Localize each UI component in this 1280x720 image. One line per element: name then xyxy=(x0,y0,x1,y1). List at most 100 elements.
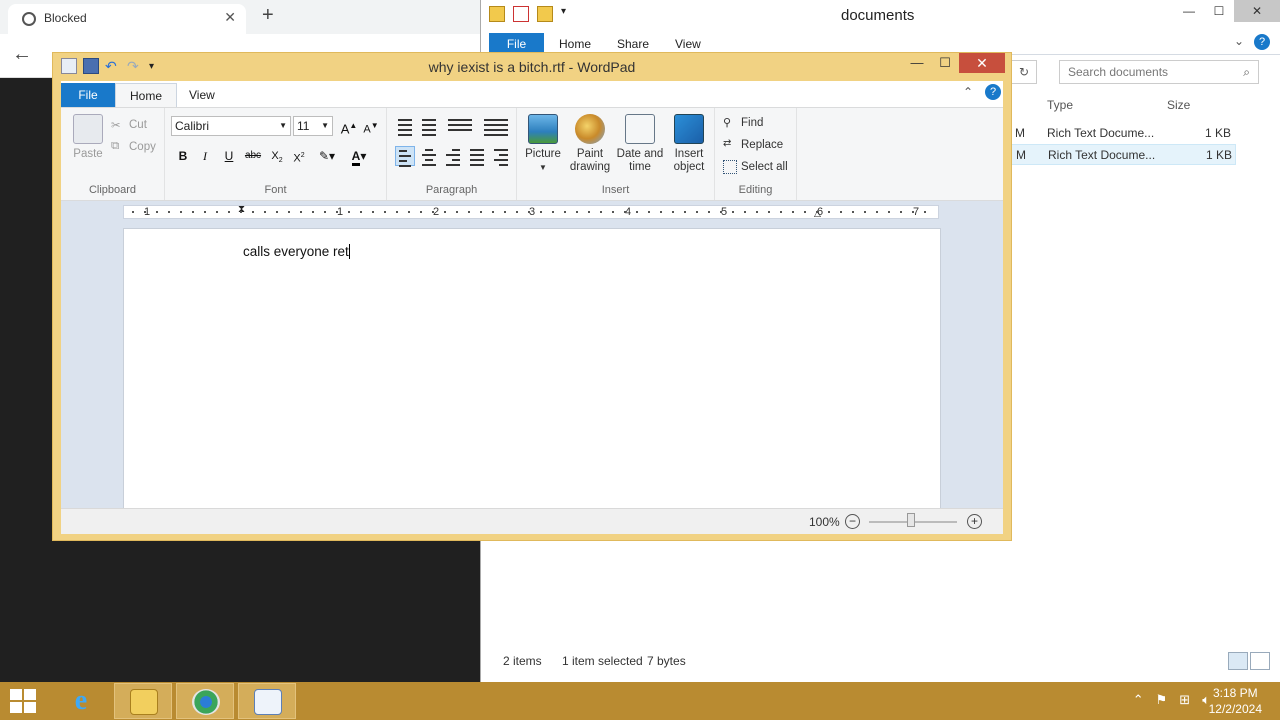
network-icon[interactable]: ⊞ xyxy=(1179,692,1190,708)
paste-button[interactable]: Paste xyxy=(67,114,109,161)
action-center-flag-icon[interactable]: ⚑ xyxy=(1156,692,1168,708)
document-text-line[interactable]: calls everyone ret xyxy=(243,244,350,259)
tab-view[interactable]: View xyxy=(189,88,215,102)
grow-font-icon[interactable]: A▲ xyxy=(339,116,359,136)
file-row-selected[interactable]: M Rich Text Docume... 1 KB xyxy=(1011,144,1236,165)
windows-start-icon[interactable] xyxy=(10,689,38,715)
chevron-down-icon: ▼ xyxy=(279,121,287,130)
ruler-tick xyxy=(600,211,602,213)
ruler-tick xyxy=(744,211,746,213)
ruler-tick xyxy=(240,211,242,213)
explorer-tab-view[interactable]: View xyxy=(675,37,701,51)
select-all-button[interactable]: Select all xyxy=(723,160,788,174)
ruler-tick xyxy=(888,211,890,213)
maximize-button[interactable]: ☐ xyxy=(931,53,959,73)
picture-button[interactable]: Picture ▼ xyxy=(521,114,565,174)
superscript-icon[interactable]: X2 xyxy=(289,146,309,166)
explorer-quick-access: ▾ xyxy=(489,6,577,22)
file-type: Rich Text Docume... xyxy=(1048,148,1156,162)
bold-icon[interactable]: B xyxy=(173,146,193,166)
highlight-color-icon[interactable]: ✎▾ xyxy=(313,146,341,166)
show-hidden-icons-icon[interactable]: ⌃ xyxy=(1133,692,1144,708)
underline-icon[interactable]: U xyxy=(219,146,239,166)
subscript-icon[interactable]: X2 xyxy=(267,146,287,166)
column-header-type[interactable]: Type xyxy=(1047,98,1073,112)
ruler-tick xyxy=(456,211,458,213)
tab-home[interactable]: Home xyxy=(115,83,177,108)
copy-label: Copy xyxy=(129,141,156,153)
chevron-down-icon[interactable]: ⌄ xyxy=(1234,34,1244,48)
ruler-tick xyxy=(804,211,806,213)
folder-icon[interactable] xyxy=(489,6,505,22)
line-spacing-icon[interactable] xyxy=(481,116,511,136)
italic-icon[interactable]: I xyxy=(195,146,215,166)
align-center-icon[interactable] xyxy=(419,146,439,166)
right-indent-marker[interactable]: △ xyxy=(814,208,821,219)
explorer-tab-share[interactable]: Share xyxy=(617,37,649,51)
cut-button[interactable]: ✂ Cut xyxy=(111,118,147,132)
properties-icon[interactable] xyxy=(513,6,529,22)
customize-arrow-icon[interactable]: ▾ xyxy=(561,6,577,22)
shrink-font-icon[interactable]: A▼ xyxy=(361,116,381,136)
clock[interactable]: 3:18 PM 12/2/2024 xyxy=(1209,685,1262,717)
find-button[interactable]: ⚲ Find xyxy=(723,116,763,130)
large-icons-view-icon[interactable] xyxy=(1250,652,1270,670)
new-folder-icon[interactable] xyxy=(537,6,553,22)
font-group-label: Font xyxy=(264,184,287,196)
justify-icon[interactable] xyxy=(467,146,487,166)
paint-drawing-button[interactable]: Paint drawing xyxy=(567,114,613,174)
tab-file[interactable]: File xyxy=(61,83,115,107)
insert-object-button[interactable]: Insert object xyxy=(667,114,711,174)
refresh-icon[interactable]: ↻ xyxy=(1011,60,1037,84)
font-size-select[interactable]: 11 ▼ xyxy=(293,116,333,136)
browser-tab[interactable]: Blocked ✕ xyxy=(8,4,246,34)
close-button[interactable]: ✕ xyxy=(959,53,1005,73)
ruler-tick xyxy=(636,211,638,213)
taskbar: e ⌃ ⚑ ⊞ 🔈︎ 3:18 PM 12/2/2024 xyxy=(0,682,1280,720)
align-left-icon[interactable] xyxy=(395,146,415,167)
select-all-label: Select all xyxy=(741,161,788,173)
taskbar-internet-explorer[interactable]: e xyxy=(52,683,110,719)
insert-group: Picture ▼ Paint drawing Date and time Inser… xyxy=(517,108,715,200)
back-arrow-icon[interactable]: ← xyxy=(12,43,32,66)
ruler-tick xyxy=(192,211,194,213)
details-view-icon[interactable] xyxy=(1228,652,1248,670)
date-time-button[interactable]: Date and time xyxy=(615,114,665,174)
close-button[interactable]: ✕ xyxy=(1234,0,1280,22)
copy-button[interactable]: ⧉ Copy xyxy=(111,140,156,154)
object-icon xyxy=(674,114,704,144)
replace-button[interactable]: ⇄ Replace xyxy=(723,138,783,152)
minimize-button[interactable]: — xyxy=(903,53,931,73)
explorer-tab-home[interactable]: Home xyxy=(559,37,591,51)
strikethrough-icon[interactable]: abc xyxy=(243,146,263,166)
font-family-select[interactable]: Calibri ▼ xyxy=(171,116,291,136)
help-icon[interactable]: ? xyxy=(985,84,1001,100)
bullets-icon[interactable] xyxy=(445,116,475,136)
align-right-icon[interactable] xyxy=(443,146,463,166)
ruler[interactable]: 1 1 2 3 4 5 6 7 ⧗ △ xyxy=(123,204,939,219)
close-tab-icon[interactable]: ✕ xyxy=(224,9,236,26)
increase-indent-icon[interactable] xyxy=(419,116,439,136)
font-color-icon[interactable]: A▾ xyxy=(345,146,373,166)
paste-label: Paste xyxy=(73,148,103,160)
taskbar-wordpad[interactable] xyxy=(238,683,296,719)
document-page[interactable]: calls everyone ret xyxy=(123,228,941,508)
file-date: M xyxy=(1015,126,1025,140)
new-tab-button[interactable]: + xyxy=(262,4,274,27)
maximize-button[interactable]: ☐ xyxy=(1204,0,1234,22)
taskbar-file-explorer[interactable] xyxy=(114,683,172,719)
search-input[interactable]: Search documents ⌕ xyxy=(1059,60,1259,84)
first-line-indent-marker[interactable]: ⧗ xyxy=(238,204,245,215)
zoom-in-icon[interactable]: + xyxy=(967,514,982,529)
minimize-ribbon-icon[interactable]: ⌃ xyxy=(963,85,973,99)
zoom-out-icon[interactable]: − xyxy=(845,514,860,529)
paragraph-settings-icon[interactable] xyxy=(491,146,511,166)
help-icon[interactable]: ? xyxy=(1254,34,1270,50)
minimize-button[interactable]: — xyxy=(1174,0,1204,22)
file-row[interactable]: M Rich Text Docume... 1 KB xyxy=(1011,123,1236,144)
taskbar-browser[interactable] xyxy=(176,683,234,719)
decrease-indent-icon[interactable] xyxy=(395,116,415,136)
zoom-slider-thumb[interactable] xyxy=(907,513,915,527)
wordpad-client: File Home View ⌃ ? Paste ✂ Cut ⧉ Copy Cl… xyxy=(61,81,1003,534)
column-header-size[interactable]: Size xyxy=(1167,98,1190,112)
